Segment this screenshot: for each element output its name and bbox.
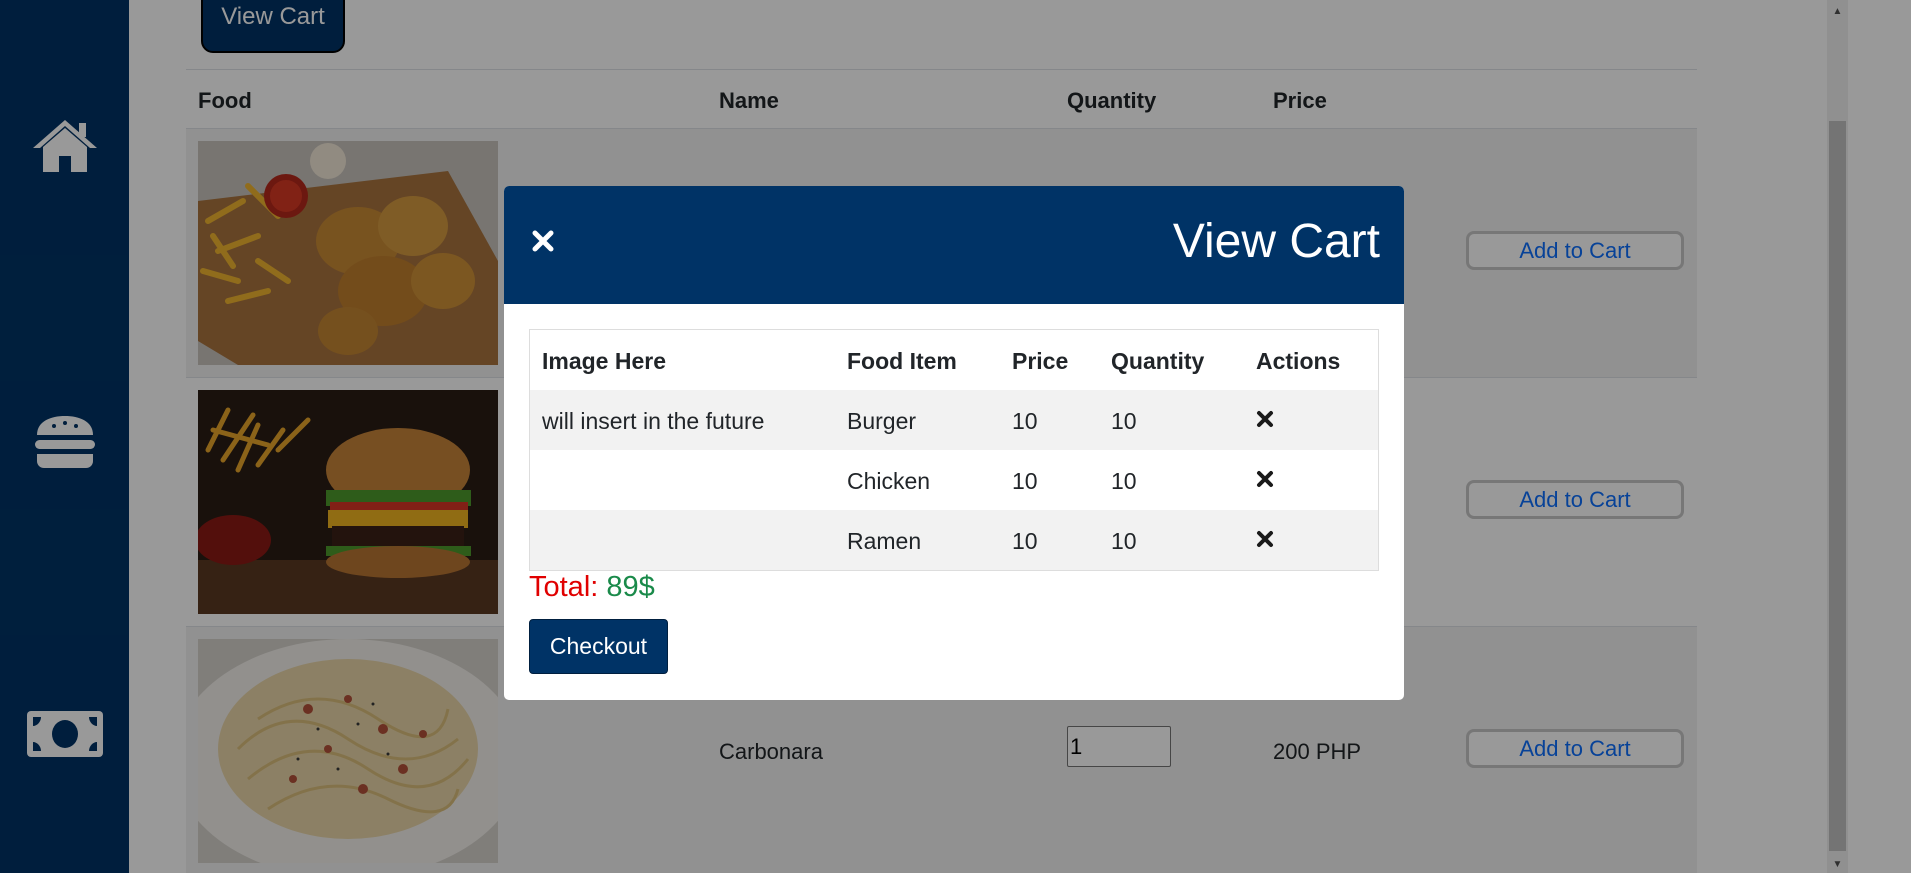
cart-item-quantity: 10 (1111, 468, 1137, 494)
cart-image-placeholder: will insert in the future (542, 408, 765, 434)
cart-total: Total: 89$ (529, 571, 655, 604)
column-header-actions: Actions (1256, 348, 1341, 374)
modal-header: View Cart (504, 186, 1404, 304)
cart-table: Image Here Food Item Price Quantity Acti… (529, 329, 1379, 571)
cart-item-price: 10 (1012, 528, 1038, 554)
total-value: 89$ (606, 571, 655, 603)
cart-item-price: 10 (1012, 408, 1038, 434)
cart-table-header: Image Here Food Item Price Quantity Acti… (530, 330, 1378, 390)
cart-item-name: Chicken (847, 468, 931, 494)
table-row: will insert in the future Burger 10 10 (530, 390, 1378, 450)
table-row: Ramen 10 10 (530, 510, 1378, 570)
cart-item-price: 10 (1012, 468, 1038, 494)
total-label: Total: (529, 571, 599, 603)
remove-item-icon[interactable] (1256, 530, 1274, 548)
close-icon[interactable] (526, 224, 560, 258)
remove-item-icon[interactable] (1256, 470, 1274, 488)
cart-modal: View Cart Image Here Food Item Price Qua… (504, 186, 1404, 700)
column-header-image: Image Here (542, 348, 667, 374)
column-header-food-item: Food Item (847, 348, 957, 374)
column-header-quantity: Quantity (1111, 348, 1205, 374)
cart-item-name: Burger (847, 408, 917, 434)
cart-item-quantity: 10 (1111, 408, 1137, 434)
modal-title: View Cart (1172, 215, 1380, 268)
remove-item-icon[interactable] (1256, 410, 1274, 428)
cart-item-name: Ramen (847, 528, 922, 554)
checkout-button[interactable]: Checkout (529, 619, 668, 674)
column-header-price: Price (1012, 348, 1069, 374)
cart-item-quantity: 10 (1111, 528, 1137, 554)
table-row: Chicken 10 10 (530, 450, 1378, 510)
